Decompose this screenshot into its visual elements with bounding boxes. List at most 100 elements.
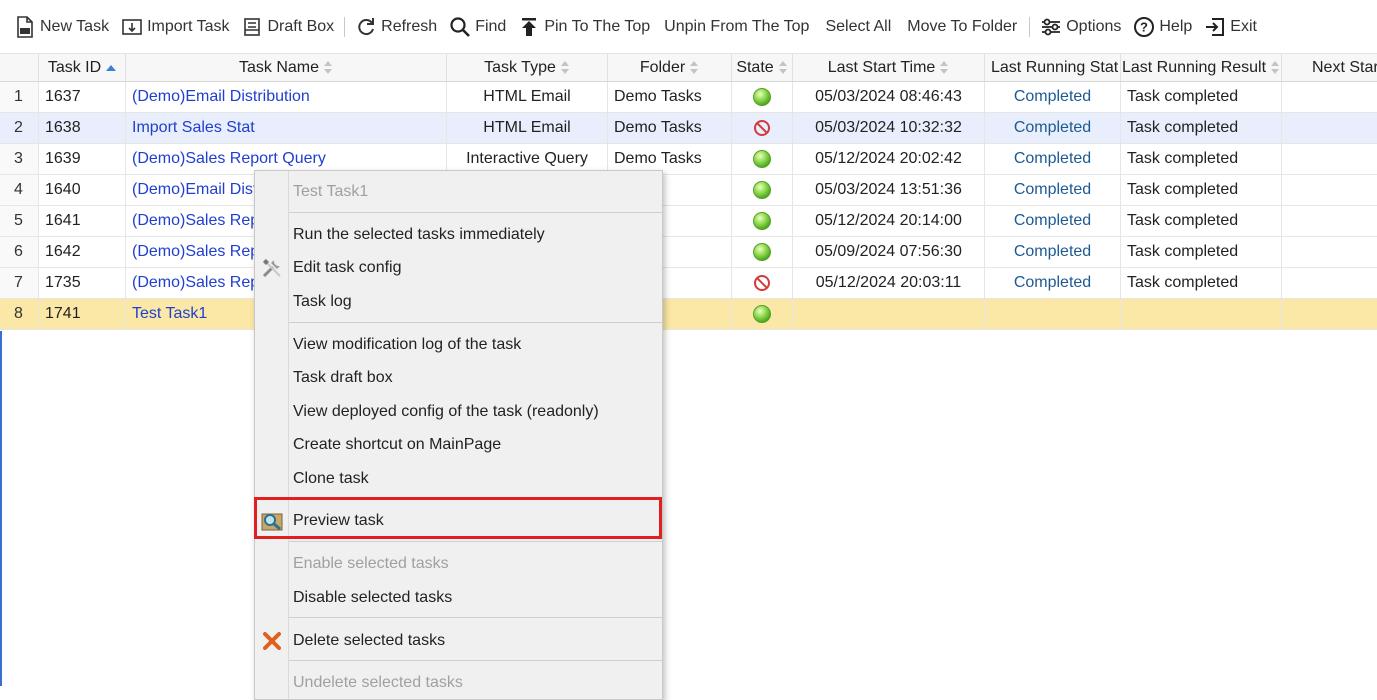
last-running-status-cell: Completed — [985, 144, 1121, 174]
last-running-status-cell — [985, 299, 1121, 329]
status-ok-icon — [753, 181, 771, 199]
delete-icon — [260, 629, 284, 653]
table-row[interactable]: 81741Test Task1Tasks — [0, 299, 1377, 330]
task-id-cell: 1640 — [39, 175, 126, 205]
next-start-cell — [1282, 206, 1377, 236]
last-start-time-cell: 05/03/2024 10:32:32 — [793, 113, 985, 143]
preview-icon — [260, 509, 284, 533]
last-start-time-cell: 05/03/2024 08:46:43 — [793, 82, 985, 112]
options-icon — [1040, 16, 1062, 38]
task-name-cell: Import Sales Stat — [126, 113, 447, 143]
last-running-result-cell: Task completed — [1121, 144, 1282, 174]
refresh-button[interactable]: Refresh — [349, 10, 443, 44]
last-running-status-cell: Completed — [985, 82, 1121, 112]
task-id-cell: 1642 — [39, 237, 126, 267]
state-cell — [732, 113, 793, 143]
header-last-running-result[interactable]: Last Running Result — [1121, 54, 1282, 81]
menu-item-clone-task[interactable]: Clone task — [255, 463, 662, 495]
table-row[interactable]: 3 1639 (Demo)Sales Report Query Interactive… — [0, 144, 1377, 175]
last-start-time-cell: 05/09/2024 07:56:30 — [793, 237, 985, 267]
last-start-time-cell: 05/12/2024 20:14:00 — [793, 206, 985, 236]
menu-item-label: Run the selected tasks immediately — [293, 226, 545, 243]
menu-item-label: View modification log of the task — [293, 336, 522, 353]
state-cell — [732, 206, 793, 236]
grid-header: Task ID Task Name Task Type Folder State… — [0, 53, 1377, 82]
last-running-status-cell: Completed — [985, 175, 1121, 205]
next-start-cell — [1282, 175, 1377, 205]
new-task-button[interactable]: New Task — [8, 10, 115, 44]
table-row[interactable]: 2 1638 Import Sales Stat HTML Email Demo Tas… — [0, 113, 1377, 144]
table-row[interactable]: 71735(Demo)Sales RepTasks05/12/2024 20:0… — [0, 268, 1377, 299]
status-ok-icon — [753, 243, 771, 261]
menu-item-preview-task[interactable]: Preview task — [255, 505, 662, 537]
header-task-id[interactable]: Task ID — [39, 54, 126, 81]
header-last-start-time[interactable]: Last Start Time — [793, 54, 985, 81]
menu-item-label: Enable selected tasks — [293, 555, 449, 572]
select-all-button[interactable]: Select All — [817, 10, 899, 44]
menu-item-label: Task log — [293, 293, 352, 310]
row-number: 5 — [0, 206, 39, 236]
header-state[interactable]: State — [732, 54, 793, 81]
last-running-result-cell: Task completed — [1121, 82, 1282, 112]
pin-to-top-button[interactable]: Pin To The Top — [512, 10, 656, 44]
task-type-cell: HTML Email — [447, 82, 608, 112]
menu-item-run-now[interactable]: Run the selected tasks immediately — [255, 219, 662, 251]
table-row[interactable]: 51641(Demo)Sales RepTasks05/12/2024 20:1… — [0, 206, 1377, 237]
menu-item-create-shortcut[interactable]: Create shortcut on MainPage — [255, 429, 662, 461]
draft-box-button[interactable]: Draft Box — [235, 10, 340, 44]
header-task-name[interactable]: Task Name — [126, 54, 447, 81]
table-row[interactable]: 1 1637 (Demo)Email Distribution HTML Email D… — [0, 82, 1377, 113]
tools-icon — [260, 256, 284, 280]
unpin-from-top-button[interactable]: Unpin From The Top — [656, 10, 817, 44]
menu-separator — [289, 212, 662, 213]
menu-item-disable-tasks[interactable]: Disable selected tasks — [255, 582, 662, 614]
toolbar: New Task Import Task Draft Box Refresh F… — [0, 0, 1377, 53]
menu-item-label: Create shortcut on MainPage — [293, 436, 502, 453]
last-start-time-cell: 05/12/2024 20:03:11 — [793, 268, 985, 298]
move-to-folder-button[interactable]: Move To Folder — [899, 10, 1025, 44]
state-cell — [732, 299, 793, 329]
header-next-start[interactable]: Next Star — [1282, 54, 1377, 81]
row-number: 2 — [0, 113, 39, 143]
task-id-cell: 1641 — [39, 206, 126, 236]
window-edge — [0, 331, 2, 686]
options-button[interactable]: Options — [1034, 10, 1127, 44]
help-label: Help — [1159, 17, 1193, 35]
row-number: 8 — [0, 299, 39, 329]
task-id-cell: 1741 — [39, 299, 126, 329]
last-running-status-cell: Completed — [985, 237, 1121, 267]
table-row[interactable]: 61642(Demo)Sales RepTasks05/09/2024 07:5… — [0, 237, 1377, 268]
state-cell — [732, 82, 793, 112]
next-start-cell — [1282, 268, 1377, 298]
menu-item-view-deployed-config[interactable]: View deployed config of the task (readon… — [255, 396, 662, 428]
exit-button[interactable]: Exit — [1198, 10, 1263, 44]
toolbar-separator — [344, 16, 346, 37]
find-button[interactable]: Find — [443, 10, 512, 44]
menu-item-draft-box[interactable]: Task draft box — [255, 362, 662, 394]
header-task-type[interactable]: Task Type — [447, 54, 608, 81]
header-last-running-status[interactable]: Last Running Stat — [985, 54, 1121, 81]
next-start-cell — [1282, 113, 1377, 143]
pin-to-top-label: Pin To The Top — [544, 17, 651, 35]
state-cell — [732, 175, 793, 205]
last-running-status-cell: Completed — [985, 268, 1121, 298]
menu-item-modification-log[interactable]: View modification log of the task — [255, 329, 662, 361]
row-number: 1 — [0, 82, 39, 112]
menu-item-delete-tasks[interactable]: Delete selected tasks — [255, 625, 662, 657]
table-row[interactable]: 41640(Demo)Email DistTasks05/03/2024 13:… — [0, 175, 1377, 206]
status-ok-icon — [753, 88, 771, 106]
menu-item-task-log[interactable]: Task log — [255, 286, 662, 318]
menu-item-label: Delete selected tasks — [293, 632, 446, 649]
menu-item-label: Undelete selected tasks — [293, 674, 463, 691]
menu-item-label: Disable selected tasks — [293, 589, 453, 606]
unpin-from-top-label: Unpin From The Top — [664, 17, 810, 35]
svg-text:?: ? — [1140, 19, 1148, 34]
sort-icon — [560, 61, 570, 74]
import-task-button[interactable]: Import Task — [115, 10, 235, 44]
menu-item-enable-tasks: Enable selected tasks — [255, 548, 662, 580]
header-folder[interactable]: Folder — [608, 54, 732, 81]
menu-item-edit-config[interactable]: Edit task config — [255, 252, 662, 284]
help-button[interactable]: ? Help — [1127, 10, 1198, 44]
sort-ascending-icon — [106, 64, 117, 71]
last-start-time-cell — [793, 299, 985, 329]
